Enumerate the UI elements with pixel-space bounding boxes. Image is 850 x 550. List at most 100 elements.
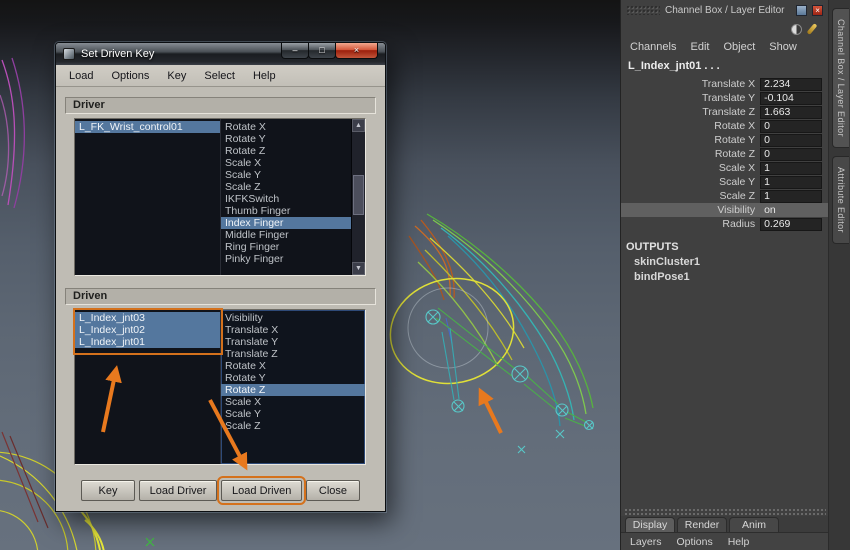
driver-attribute-row[interactable]: Scale X [221, 157, 351, 169]
drag-grip-icon[interactable] [789, 5, 792, 15]
tab-display[interactable]: Display [625, 517, 675, 532]
driven-attribute-row[interactable]: Scale Y [221, 408, 365, 420]
driver-attributes-pane[interactable]: Rotate X Rotate Y Rotate Z Scale X Scale… [221, 119, 351, 275]
channel-row: Translate X 2.234 [621, 77, 828, 91]
titlebar[interactable]: Set Driven Key – □ × [56, 43, 385, 65]
tab-attribute-editor[interactable]: Attribute Editor [832, 155, 850, 244]
driver-attribute-row[interactable]: Rotate X [221, 121, 351, 133]
menu-item-object[interactable]: Object [723, 41, 755, 53]
channel-row: Rotate Y 0 [621, 133, 828, 147]
driven-attribute-row[interactable]: Rotate Y [221, 372, 365, 384]
panel-icon-row [621, 20, 828, 38]
splitter-handle[interactable] [623, 507, 827, 516]
channel-value-field[interactable]: 0.269 [760, 217, 823, 231]
channel-box-menubar: Channels Edit Object Show [621, 38, 828, 56]
driver-attribute-row[interactable]: Ring Finger [221, 241, 351, 253]
driven-attribute-row-selected[interactable]: Rotate Z [221, 384, 365, 396]
output-item[interactable]: bindPose1 [621, 270, 828, 285]
load-driver-button[interactable]: Load Driver [138, 480, 218, 501]
driven-object-row-selected[interactable]: L_Index_jnt03 [75, 312, 220, 324]
driver-attribute-row[interactable]: IKFKSwitch [221, 193, 351, 205]
driven-attribute-row[interactable]: Translate Z [221, 348, 365, 360]
drag-grip-icon[interactable] [626, 5, 660, 15]
menu-item-select[interactable]: Select [204, 70, 235, 82]
channel-value-field[interactable]: 0 [760, 147, 823, 161]
menu-item-edit[interactable]: Edit [690, 41, 709, 53]
set-driven-key-window: Set Driven Key – □ × Load Options Key Se… [55, 42, 386, 512]
driver-attribute-row[interactable]: Scale Y [221, 169, 351, 181]
panel-close-icon[interactable]: × [812, 4, 824, 16]
panel-window-icon[interactable] [796, 4, 808, 16]
driven-object-row-selected[interactable]: L_Index_jnt01 [75, 336, 220, 348]
menu-item-load[interactable]: Load [69, 70, 93, 82]
driver-attribute-row[interactable]: Pinky Finger [221, 253, 351, 265]
contrast-toggle-icon[interactable] [791, 23, 803, 35]
channel-name: Scale Z [719, 190, 756, 202]
channel-name: Scale Y [719, 176, 756, 188]
tab-anim[interactable]: Anim [729, 517, 779, 532]
tab-render[interactable]: Render [677, 517, 727, 532]
channel-value-field[interactable]: 1.663 [760, 105, 823, 119]
driven-object-row-selected[interactable]: L_Index_jnt02 [75, 324, 220, 336]
driver-attribute-row[interactable]: Rotate Y [221, 133, 351, 145]
channel-value-field[interactable]: on [760, 204, 822, 217]
close-button[interactable]: × [335, 43, 378, 59]
channel-value-field[interactable]: 0 [760, 133, 823, 147]
driven-objects-pane[interactable]: L_Index_jnt03 L_Index_jnt02 L_Index_jnt0… [75, 310, 221, 464]
driver-attribute-row[interactable]: Scale Z [221, 181, 351, 193]
key-button[interactable]: Key [81, 480, 135, 501]
pin-icon[interactable] [806, 23, 818, 35]
driver-object-row[interactable]: L_FK_Wrist_control01 [75, 121, 220, 133]
driven-attribute-row[interactable]: Translate Y [221, 336, 365, 348]
channel-value-field[interactable]: 2.234 [760, 77, 823, 91]
channel-value-field[interactable]: -0.104 [760, 91, 823, 105]
channel-name: Radius [722, 218, 756, 230]
outputs-header: OUTPUTS [626, 241, 679, 253]
driven-attribute-row[interactable]: Visibility [221, 312, 365, 324]
channel-row: Scale X 1 [621, 161, 828, 175]
driven-attributes-pane[interactable]: Visibility Translate X Translate Y Trans… [221, 310, 365, 464]
load-driven-button[interactable]: Load Driven [217, 476, 307, 505]
menu-item-help[interactable]: Help [728, 536, 750, 548]
channel-value-field[interactable]: 1 [760, 161, 823, 175]
menu-item-show[interactable]: Show [769, 41, 797, 53]
menu-item-key[interactable]: Key [167, 70, 186, 82]
maximize-button[interactable]: □ [308, 43, 336, 59]
driver-attribute-row[interactable]: Thumb Finger [221, 205, 351, 217]
close-dialog-button[interactable]: Close [305, 480, 360, 501]
window-title: Set Driven Key [81, 48, 155, 60]
menu-item-options[interactable]: Options [677, 536, 713, 548]
scroll-down-icon[interactable]: ▼ [352, 262, 365, 275]
minimize-button[interactable]: – [281, 43, 309, 59]
driven-attribute-row[interactable]: Rotate X [221, 360, 365, 372]
channel-row: Rotate Z 0 [621, 147, 828, 161]
driven-attribute-row[interactable]: Scale Z [221, 420, 365, 432]
tab-channel-box-layer-editor[interactable]: Channel Box / Layer Editor [832, 8, 850, 148]
channel-value-field[interactable]: 1 [760, 175, 823, 189]
driver-objects-pane[interactable]: L_FK_Wrist_control01 [75, 119, 221, 275]
driven-attribute-row[interactable]: Scale X [221, 396, 365, 408]
scroll-thumb[interactable] [353, 174, 364, 216]
channel-name: Translate Z [702, 106, 756, 118]
channel-value-field[interactable]: 0 [760, 119, 823, 133]
object-name[interactable]: L_Index_jnt01 . . . [621, 56, 828, 77]
driven-section-header: Driven [65, 288, 376, 305]
menu-item-options[interactable]: Options [111, 70, 149, 82]
driver-attribute-row[interactable]: Middle Finger [221, 229, 351, 241]
channel-value-field[interactable]: 1 [760, 189, 823, 203]
scroll-up-icon[interactable]: ▲ [352, 119, 365, 132]
driven-attribute-row[interactable]: Translate X [221, 324, 365, 336]
output-item[interactable]: skinCluster1 [621, 255, 828, 270]
layer-editor-menubar: Layers Options Help [621, 533, 829, 550]
maximize-icon: □ [319, 45, 325, 55]
menu-item-help[interactable]: Help [253, 70, 276, 82]
panel-titlebar[interactable]: Channel Box / Layer Editor × [621, 0, 828, 20]
driver-attribute-row-selected[interactable]: Index Finger [221, 217, 351, 229]
layer-editor-header: Display Render Anim Layers Options Help [621, 507, 829, 550]
driver-scrollbar[interactable]: ▲ ▼ [351, 119, 365, 275]
driver-attribute-row[interactable]: Rotate Z [221, 145, 351, 157]
menu-item-channels[interactable]: Channels [630, 41, 676, 53]
scroll-track[interactable] [352, 132, 365, 262]
channel-name: Translate X [701, 78, 756, 90]
menu-item-layers[interactable]: Layers [630, 536, 662, 548]
